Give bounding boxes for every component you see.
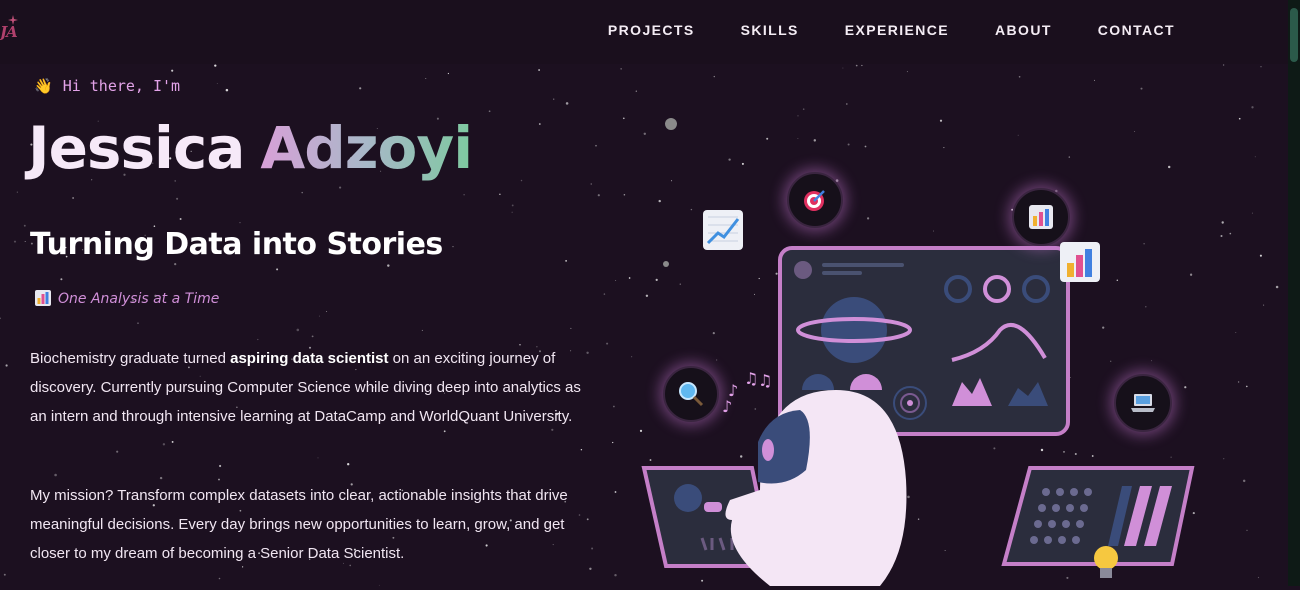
nav-experience[interactable]: EXPERIENCE [845, 22, 949, 38]
magnifier-icon [679, 382, 704, 407]
dashboard-illustration: ♪♫ ♫♪ [641, 118, 1195, 586]
first-name: Jessica [28, 114, 245, 182]
bio-paragraph: Biochemistry graduate turned aspiring da… [30, 344, 590, 431]
nav-about[interactable]: ABOUT [995, 22, 1052, 38]
scrollbar[interactable] [1288, 0, 1300, 586]
target-icon [804, 190, 825, 211]
trend-chart-icon [703, 210, 743, 250]
nav-contact[interactable]: CONTACT [1098, 22, 1175, 38]
svg-text:♪: ♪ [722, 397, 732, 416]
logo[interactable]: JA [0, 15, 24, 46]
svg-text:♫: ♫ [744, 369, 758, 388]
magnifier-orb [663, 366, 719, 422]
bio-highlight: aspiring data scientist [230, 350, 389, 367]
scrollbar-thumb[interactable] [1290, 8, 1298, 62]
svg-text:♫: ♫ [758, 371, 772, 390]
sparkle-icon [8, 15, 18, 25]
mission-paragraph: My mission? Transform complex datasets i… [30, 487, 568, 562]
laptop-orb [1114, 374, 1172, 432]
greeting-text: Hi there, I'm [62, 77, 181, 95]
nav-skills[interactable]: SKILLS [741, 22, 799, 38]
greeting: 👋 Hi there, I'm [34, 77, 180, 95]
bar-chart-icon [1029, 205, 1053, 229]
bio-text-start: Biochemistry graduate turned [30, 350, 231, 367]
last-name: Adzoyi [260, 114, 473, 182]
logo-text: JA [0, 23, 18, 41]
bar-chart-icon [1060, 242, 1100, 282]
hero-illustration: ♪ ♫ ♫ ♪ [600, 90, 1260, 586]
lightbulb-icon [1094, 546, 1118, 578]
tagline: Turning Data into Stories [30, 227, 443, 262]
hero-name: Jessica Adzoyi [28, 110, 473, 186]
waving-hand-icon: 👋 [34, 77, 53, 95]
subtagline-text: One Analysis at a Time [58, 291, 220, 307]
music-notes-icon: ♪♫ ♫♪ [722, 369, 772, 416]
target-orb [787, 172, 843, 228]
subtagline: One Analysis at a Time [34, 289, 219, 307]
bar-chart-orb [1012, 188, 1070, 246]
laptop-icon [1131, 394, 1155, 412]
navbar: JA PROJECTS SKILLS EXPERIENCE ABOUT CONT… [0, 0, 1288, 64]
bar-chart-icon [35, 290, 51, 306]
nav-links: PROJECTS SKILLS EXPERIENCE ABOUT CONTACT [608, 22, 1175, 38]
nav-projects[interactable]: PROJECTS [608, 22, 695, 38]
